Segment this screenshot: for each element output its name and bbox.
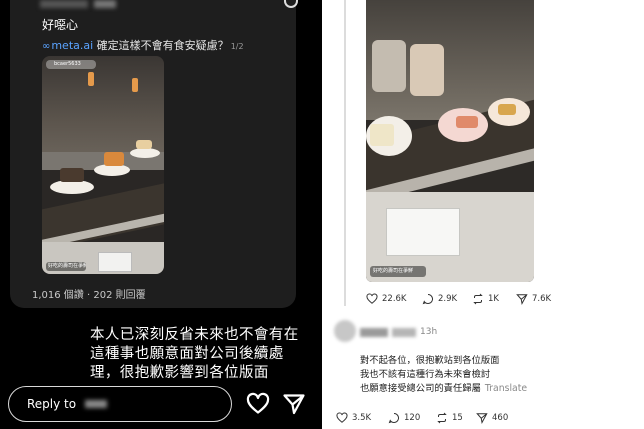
sushi-item bbox=[370, 124, 394, 146]
video-location-tag: 好吃的壽司在爭鮮 bbox=[46, 262, 86, 271]
lamp bbox=[132, 78, 138, 92]
sushi-plate bbox=[50, 180, 94, 194]
jar bbox=[372, 40, 406, 92]
comment-text: 對不起各位，很抱歉站到各位版面 我也不該有這種行為未來會檢討 也願意接受總公司的… bbox=[360, 354, 630, 396]
comment-reposts-count: 15 bbox=[452, 413, 463, 423]
shares-count: 7.6K bbox=[532, 294, 552, 304]
comment-icon bbox=[388, 413, 399, 424]
reposts-stat[interactable]: 1K bbox=[472, 293, 499, 305]
heart-icon bbox=[336, 412, 348, 423]
comment-likes-stat[interactable]: 3.5K bbox=[336, 412, 371, 424]
meta-ai-question[interactable]: ∞meta.ai 確定這樣不會有食安疑慮？ 1/2 bbox=[42, 37, 244, 53]
blurred-username bbox=[360, 328, 388, 337]
panel-divider bbox=[322, 0, 330, 429]
comment-timestamp: 13h bbox=[420, 327, 438, 337]
blurred-reply-target bbox=[85, 400, 107, 408]
video-profile-chip: bcaer5633 bbox=[46, 60, 96, 69]
quoted-post-card[interactable]: 好噁心 ∞meta.ai 確定這樣不會有食安疑慮？ 1/2 bcaer5633 好… bbox=[10, 0, 298, 308]
send-icon bbox=[516, 294, 528, 305]
sushi-plate bbox=[130, 148, 160, 158]
bookmark-corner-icon[interactable] bbox=[284, 0, 298, 8]
tissue-box bbox=[98, 252, 132, 272]
shares-stat[interactable]: 7.6K bbox=[516, 293, 551, 305]
comment-shares-stat[interactable]: 460 bbox=[476, 412, 508, 424]
video-location-tag: 好吃的壽司在爭鮮 bbox=[370, 266, 426, 277]
meta-question-text: 確定這樣不會有食安疑慮？ bbox=[93, 39, 229, 52]
thread-connector-line bbox=[344, 0, 346, 306]
sushi-item bbox=[136, 140, 152, 149]
right-light-panel: 好吃的壽司在爭鮮 22.6K 2.9K 1K 7.6K 13h 對不起各位，很抱… bbox=[330, 0, 644, 429]
avatar[interactable] bbox=[334, 320, 356, 342]
comment-replies-stat[interactable]: 120 bbox=[388, 412, 420, 424]
sushi-item bbox=[456, 116, 478, 128]
comment-line: 對不起各位，很抱歉站到各位版面 bbox=[360, 355, 500, 366]
apology-caption: 本人已深刻反省未來也不會有在這種事也願意面對公司後續處理，很抱歉影響到各位版面 bbox=[90, 327, 299, 381]
sushi-item bbox=[498, 104, 516, 115]
heart-outline-icon[interactable] bbox=[246, 392, 270, 416]
comment-shares-count: 460 bbox=[492, 413, 509, 423]
send-icon[interactable] bbox=[282, 392, 306, 416]
tissue-box bbox=[386, 208, 460, 256]
sushi-video-player[interactable]: 好吃的壽司在爭鮮 bbox=[366, 0, 534, 282]
comment-reposts-stat[interactable]: 15 bbox=[436, 412, 463, 424]
left-dark-panel: 好噁心 ∞meta.ai 確定這樣不會有食安疑慮？ 1/2 bcaer5633 好… bbox=[0, 0, 322, 429]
post-title: 好噁心 bbox=[42, 18, 79, 32]
blurred-handle bbox=[94, 0, 116, 8]
sushi-item bbox=[104, 152, 124, 166]
reply-input[interactable]: Reply to bbox=[8, 386, 232, 422]
heart-icon bbox=[366, 293, 378, 304]
repost-icon bbox=[473, 293, 483, 305]
comment-likes-count: 3.5K bbox=[352, 413, 372, 423]
comment-icon bbox=[422, 294, 433, 305]
likes-stat[interactable]: 22.6K bbox=[366, 293, 407, 305]
meta-ai-link[interactable]: meta.ai bbox=[51, 39, 93, 52]
meta-page-indicator: 1/2 bbox=[230, 42, 244, 51]
translate-link[interactable]: Translate bbox=[485, 383, 527, 394]
comment-line: 也願意接受總公司的責任歸屬 bbox=[360, 383, 481, 394]
sushi-item bbox=[60, 168, 84, 182]
likes-replies-count[interactable]: 1,016 個讚 · 202 則回覆 bbox=[32, 286, 146, 301]
sushi-video-thumbnail[interactable]: bcaer5633 好吃的壽司在爭鮮 bbox=[42, 56, 164, 274]
blurred-username bbox=[40, 0, 88, 8]
jar bbox=[410, 44, 444, 96]
blurred-username-suffix bbox=[392, 328, 416, 337]
reply-placeholder: Reply to bbox=[27, 397, 77, 411]
repost-icon bbox=[437, 412, 447, 424]
likes-count: 22.6K bbox=[382, 294, 407, 304]
send-icon bbox=[476, 413, 488, 424]
meta-ai-icon: ∞ bbox=[42, 41, 51, 52]
comments-count: 2.9K bbox=[438, 294, 458, 304]
comment-line: 我也不該有這種行為未來會檢討 bbox=[360, 369, 491, 380]
comment-replies-count: 120 bbox=[404, 413, 421, 423]
lamp bbox=[88, 72, 94, 86]
reposts-count: 1K bbox=[488, 294, 499, 304]
comments-stat[interactable]: 2.9K bbox=[422, 293, 457, 305]
